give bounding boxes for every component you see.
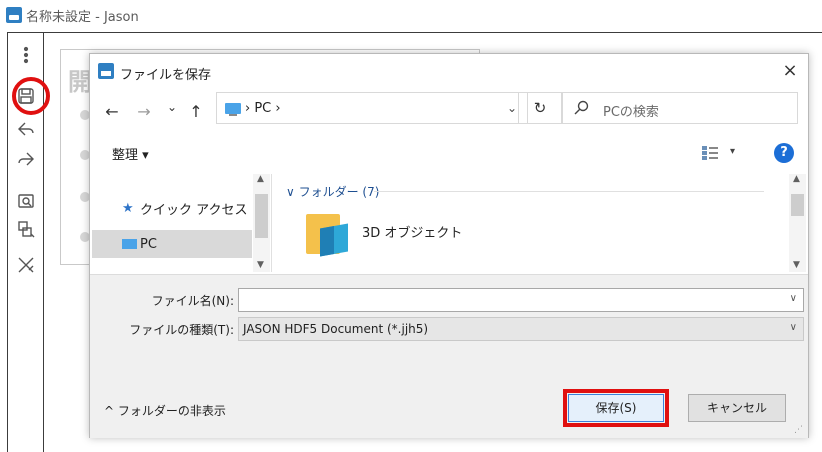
filetype-label: ファイルの種類(T): bbox=[129, 323, 234, 337]
dialog-title-bar: ファイルを保存 × bbox=[90, 54, 808, 88]
scrollbar-thumb[interactable] bbox=[791, 194, 804, 216]
save-file-dialog: ファイルを保存 × ← → ⌄ ↑ › PC › ⌄ ↻ PCの検索 整理 ▾ … bbox=[89, 53, 809, 438]
scroll-down-icon[interactable]: ▼ bbox=[257, 260, 264, 270]
scrollbar-thumb[interactable] bbox=[255, 194, 268, 238]
save-icon-highlight bbox=[12, 77, 50, 115]
save-button-highlight bbox=[563, 389, 669, 427]
address-bar[interactable]: › PC › ⌄ bbox=[216, 92, 528, 124]
recent-locations-button[interactable]: ⌄ bbox=[162, 100, 182, 114]
app-title-bar: 名称未設定 - Jason bbox=[0, 0, 822, 30]
chevron-down-icon[interactable]: ∨ bbox=[790, 322, 797, 333]
hide-folders-toggle[interactable]: ^ フォルダーの非表示 bbox=[104, 402, 226, 419]
nav-item-label: PC bbox=[140, 236, 157, 252]
dialog-app-icon bbox=[98, 63, 114, 79]
nav-item-pc[interactable]: PC bbox=[92, 230, 252, 258]
refresh-button[interactable]: ↻ bbox=[518, 92, 562, 124]
view-dropdown[interactable]: ▾ bbox=[730, 146, 735, 157]
folder-3d-objects-icon[interactable] bbox=[306, 210, 352, 257]
star-icon: ★ bbox=[122, 200, 134, 216]
pc-icon bbox=[122, 239, 137, 249]
resize-grip-icon[interactable]: ⋰ bbox=[794, 425, 804, 435]
search-icon bbox=[573, 100, 589, 116]
up-button[interactable]: ↑ bbox=[186, 102, 206, 121]
close-icon[interactable]: × bbox=[778, 60, 802, 82]
tools-icon[interactable] bbox=[16, 255, 36, 275]
filetype-select[interactable]: JASON HDF5 Document (*.jjh5) ∨ bbox=[238, 317, 804, 341]
node-search-icon[interactable] bbox=[16, 219, 36, 239]
organize-menu[interactable]: 整理 ▾ bbox=[112, 144, 149, 163]
scroll-down-icon[interactable]: ▼ bbox=[793, 260, 800, 270]
nav-item-label: クイック アクセス bbox=[140, 202, 248, 218]
app-logo-icon bbox=[6, 7, 22, 23]
filename-input[interactable]: ∨ bbox=[238, 288, 804, 312]
save-form: ファイル名(N): ∨ ファイルの種類(T): JASON HDF5 Docum… bbox=[90, 274, 808, 438]
filename-label: ファイル名(N): bbox=[151, 294, 234, 308]
undo-icon[interactable] bbox=[16, 119, 36, 139]
navigation-pane: ★ クイック アクセス PC ▲ ▼ bbox=[90, 174, 272, 272]
address-path[interactable]: › PC › bbox=[245, 101, 281, 116]
folder-item-label[interactable]: 3D オブジェクト bbox=[362, 222, 462, 241]
nav-item-quick-access[interactable]: ★ クイック アクセス bbox=[92, 194, 252, 222]
redo-icon[interactable] bbox=[16, 149, 36, 169]
view-options-icon[interactable] bbox=[702, 146, 718, 160]
group-divider bbox=[374, 191, 764, 192]
app-window-title: 名称未設定 - Jason bbox=[26, 9, 139, 25]
help-icon[interactable]: ? bbox=[774, 143, 794, 163]
scroll-up-icon[interactable]: ▲ bbox=[793, 174, 800, 184]
dialog-title: ファイルを保存 bbox=[120, 68, 212, 83]
file-list-pane: ∨ フォルダー (7) 3D オブジェクト ▲ ▼ bbox=[274, 174, 808, 272]
scroll-up-icon[interactable]: ▲ bbox=[257, 174, 264, 184]
search-placeholder: PCの検索 bbox=[603, 105, 659, 120]
back-button[interactable]: ← bbox=[102, 102, 122, 121]
address-dropdown[interactable]: ⌄ bbox=[507, 101, 517, 115]
folder-group-header[interactable]: ∨ フォルダー (7) bbox=[286, 183, 379, 200]
forward-button[interactable]: → bbox=[134, 102, 154, 121]
search-input[interactable]: PCの検索 bbox=[562, 92, 798, 124]
more-menu-icon[interactable] bbox=[16, 45, 36, 65]
filetype-value: JASON HDF5 Document (*.jjh5) bbox=[243, 322, 429, 336]
find-icon[interactable] bbox=[16, 191, 36, 211]
cancel-button[interactable]: キャンセル bbox=[688, 394, 786, 422]
chevron-down-icon[interactable]: ∨ bbox=[790, 293, 797, 304]
nav-pane-scrollbar[interactable]: ▲ ▼ bbox=[253, 174, 270, 272]
pc-icon bbox=[225, 103, 241, 116]
file-list-scrollbar[interactable]: ▲ ▼ bbox=[789, 174, 806, 272]
